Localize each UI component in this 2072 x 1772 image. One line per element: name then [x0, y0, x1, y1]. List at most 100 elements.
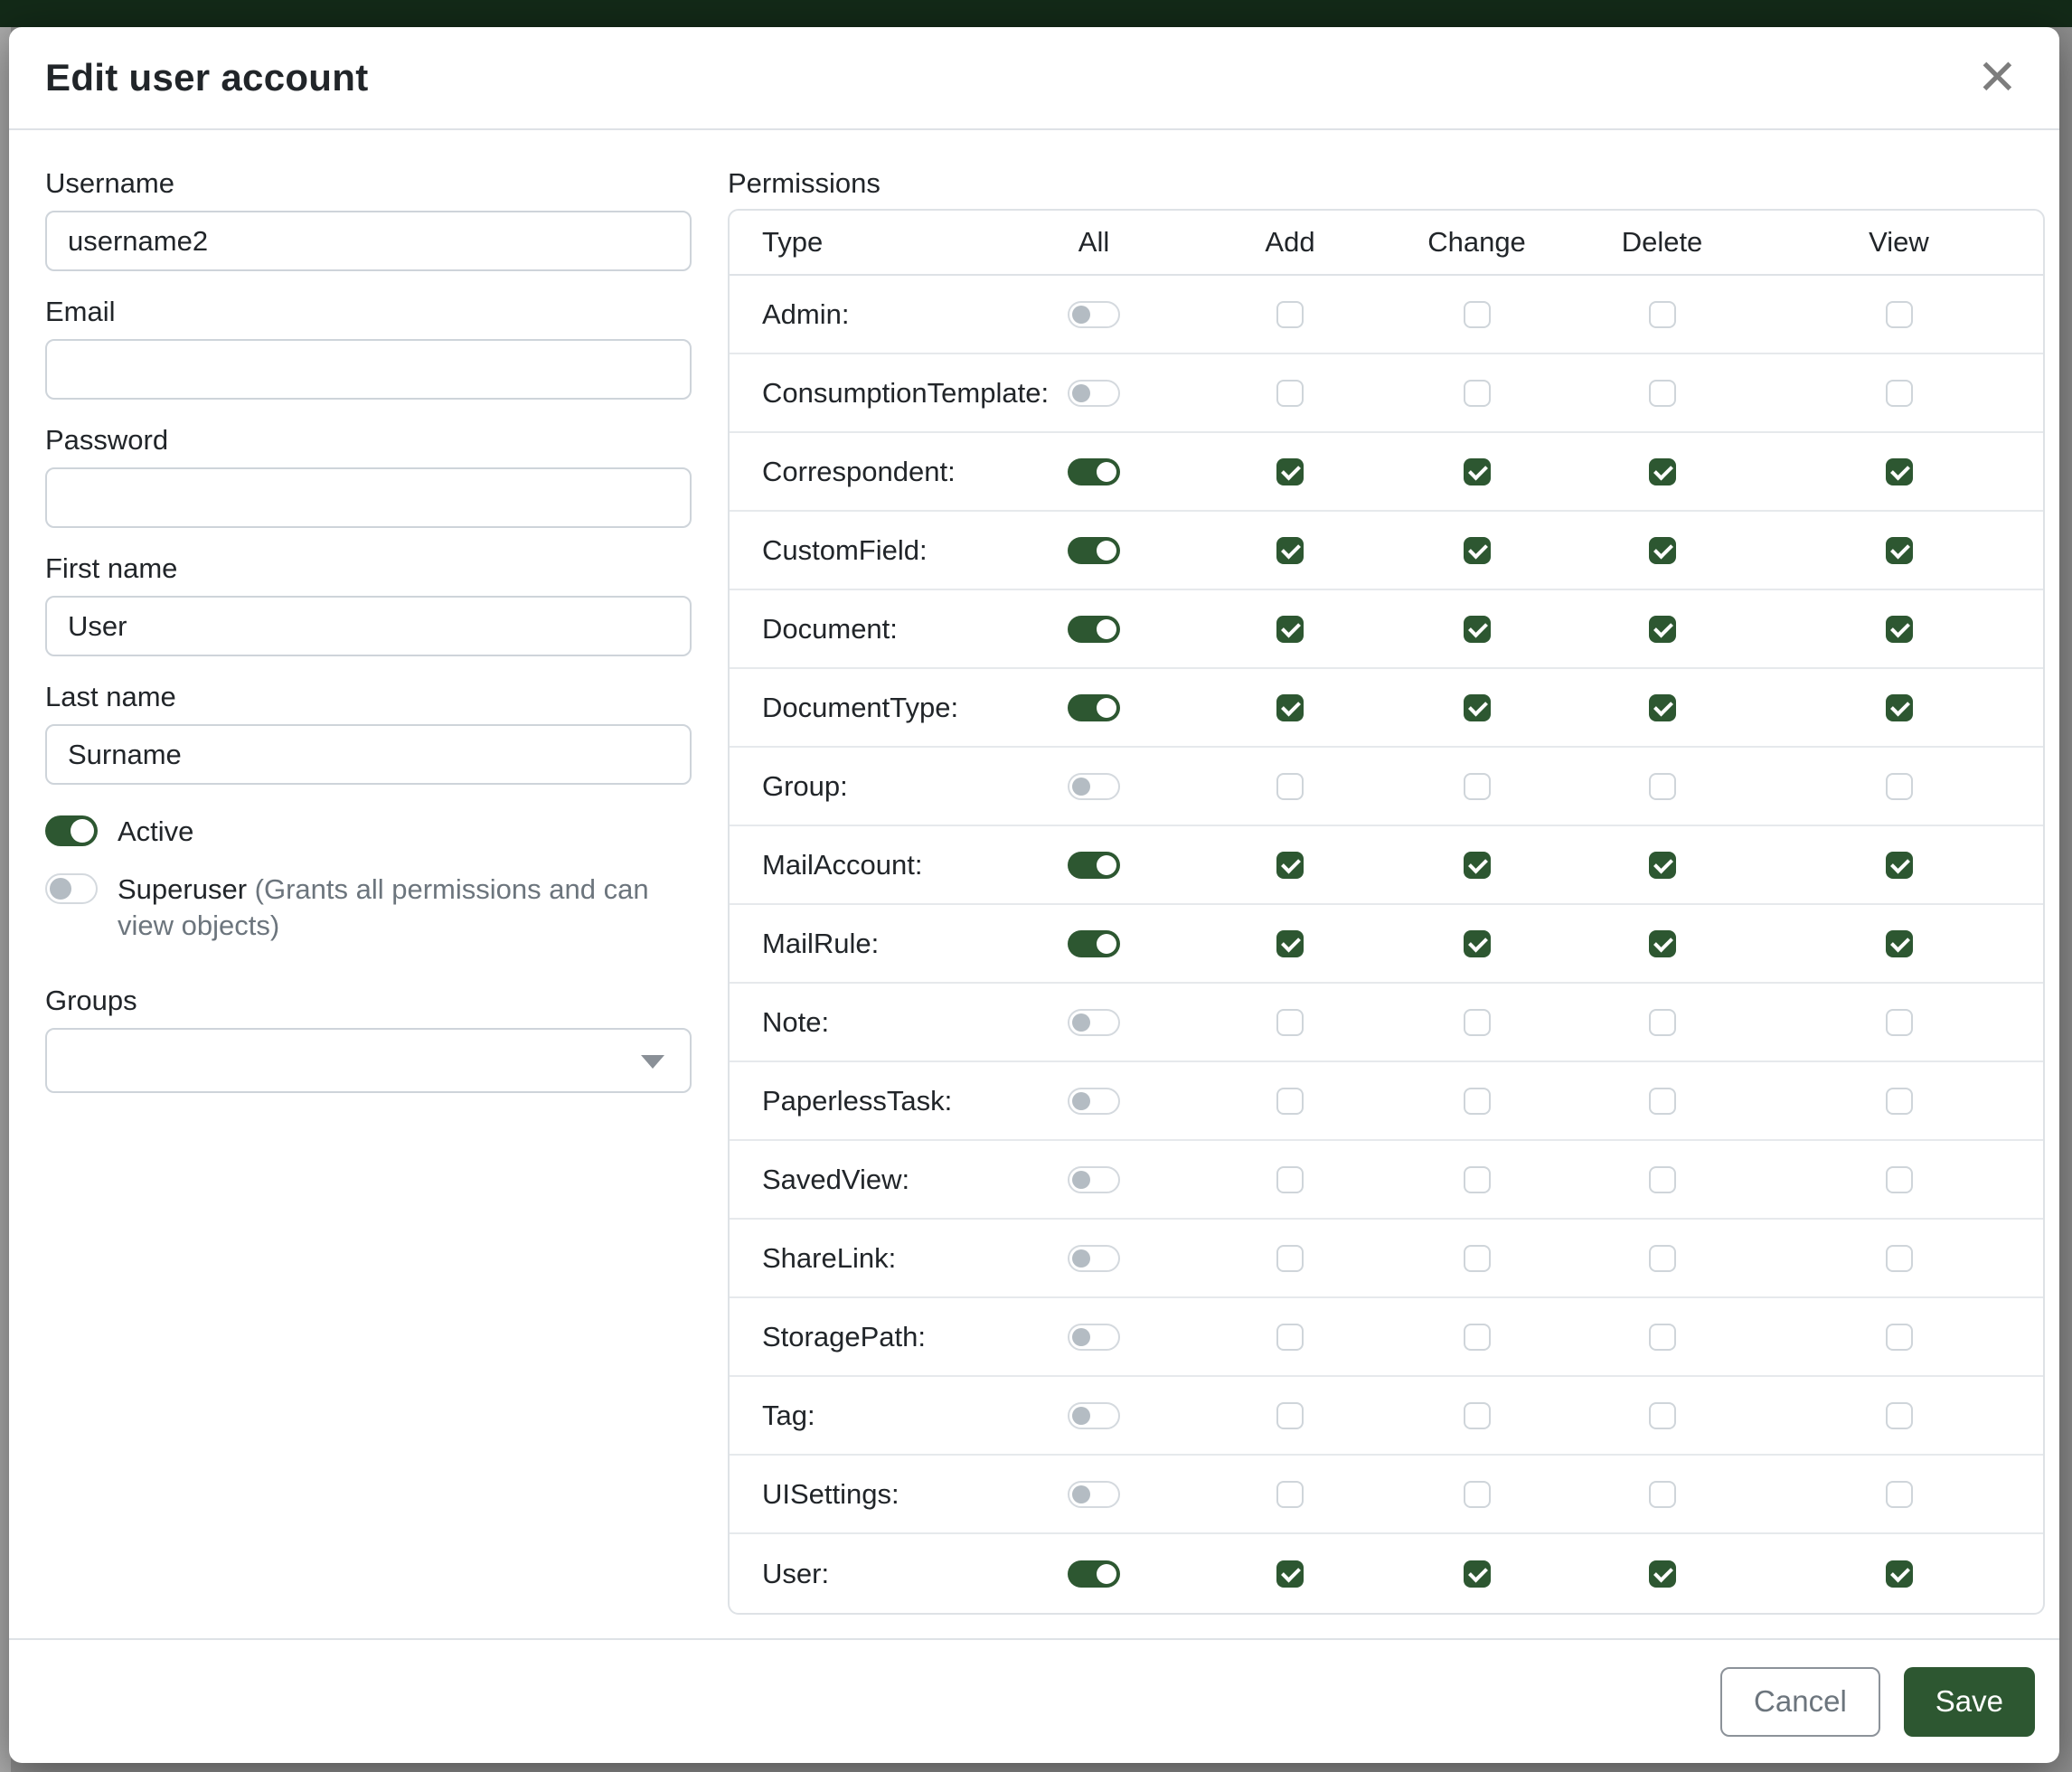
active-toggle[interactable] [45, 815, 98, 846]
permission-add-checkbox[interactable] [1276, 694, 1304, 721]
close-icon[interactable]: ✕ [1977, 53, 2018, 102]
permissions-label: Permissions [728, 166, 2045, 201]
permission-view-checkbox[interactable] [1886, 458, 1913, 485]
permission-delete-checkbox[interactable] [1649, 380, 1676, 407]
last-name-field[interactable] [45, 724, 692, 785]
permission-view-checkbox[interactable] [1886, 1402, 1913, 1429]
permission-delete-checkbox[interactable] [1649, 1481, 1676, 1508]
permission-delete-checkbox[interactable] [1649, 1324, 1676, 1351]
permission-change-checkbox[interactable] [1464, 1324, 1491, 1351]
permission-view-checkbox[interactable] [1886, 930, 1913, 957]
permission-change-checkbox[interactable] [1464, 1481, 1491, 1508]
permission-add-checkbox[interactable] [1276, 930, 1304, 957]
permission-all-toggle[interactable] [1068, 1402, 1120, 1429]
permission-change-checkbox[interactable] [1464, 773, 1491, 800]
permission-delete-checkbox[interactable] [1649, 537, 1676, 564]
permission-delete-checkbox[interactable] [1649, 930, 1676, 957]
permission-change-checkbox[interactable] [1464, 1166, 1491, 1193]
permission-view-checkbox[interactable] [1886, 380, 1913, 407]
email-field[interactable] [45, 339, 692, 400]
permission-view-checkbox[interactable] [1886, 773, 1913, 800]
save-button[interactable]: Save [1904, 1667, 2035, 1737]
permission-add-checkbox[interactable] [1276, 773, 1304, 800]
permission-delete-checkbox[interactable] [1649, 1088, 1676, 1115]
permission-view-checkbox[interactable] [1886, 1481, 1913, 1508]
permission-view-checkbox[interactable] [1886, 1088, 1913, 1115]
permission-change-checkbox[interactable] [1464, 1245, 1491, 1272]
permission-view-checkbox[interactable] [1886, 1166, 1913, 1193]
permission-all-toggle[interactable] [1068, 1481, 1120, 1508]
cancel-button[interactable]: Cancel [1720, 1667, 1880, 1737]
permission-view-checkbox[interactable] [1886, 694, 1913, 721]
permission-view-checkbox[interactable] [1886, 616, 1913, 643]
permission-delete-checkbox[interactable] [1649, 694, 1676, 721]
permission-change-checkbox[interactable] [1464, 694, 1491, 721]
permission-add-checkbox[interactable] [1276, 1245, 1304, 1272]
permission-change-checkbox[interactable] [1464, 1402, 1491, 1429]
permission-all-toggle[interactable] [1068, 1009, 1120, 1036]
permission-add-checkbox[interactable] [1276, 852, 1304, 879]
permission-all-toggle[interactable] [1068, 1088, 1120, 1115]
permission-change-checkbox[interactable] [1464, 1009, 1491, 1036]
permission-all-toggle[interactable] [1068, 1166, 1120, 1193]
permission-all-toggle[interactable] [1068, 380, 1120, 407]
permission-delete-checkbox[interactable] [1649, 1009, 1676, 1036]
permission-delete-checkbox[interactable] [1649, 1560, 1676, 1588]
permission-all-toggle[interactable] [1068, 1245, 1120, 1272]
permission-view-checkbox[interactable] [1886, 301, 1913, 328]
permission-all-toggle[interactable] [1068, 458, 1120, 485]
permission-view-checkbox[interactable] [1886, 1324, 1913, 1351]
permission-add-checkbox[interactable] [1276, 1560, 1304, 1588]
permission-type-label: User: [730, 1558, 992, 1590]
permission-all-toggle[interactable] [1068, 1560, 1120, 1588]
permission-all-toggle[interactable] [1068, 537, 1120, 564]
permission-delete-checkbox[interactable] [1649, 1402, 1676, 1429]
permission-all-toggle[interactable] [1068, 694, 1120, 721]
permission-change-checkbox[interactable] [1464, 852, 1491, 879]
groups-select[interactable] [45, 1028, 692, 1093]
permission-delete-checkbox[interactable] [1649, 1166, 1676, 1193]
permission-add-checkbox[interactable] [1276, 537, 1304, 564]
permission-view-checkbox[interactable] [1886, 1009, 1913, 1036]
permission-add-checkbox[interactable] [1276, 458, 1304, 485]
username-input[interactable] [45, 211, 692, 271]
permission-change-checkbox[interactable] [1464, 301, 1491, 328]
permission-add-checkbox[interactable] [1276, 301, 1304, 328]
permission-add-checkbox[interactable] [1276, 1009, 1304, 1036]
password-field[interactable] [45, 467, 692, 528]
permission-change-checkbox[interactable] [1464, 537, 1491, 564]
permission-delete-checkbox[interactable] [1649, 301, 1676, 328]
permission-change-checkbox[interactable] [1464, 458, 1491, 485]
permission-all-toggle[interactable] [1068, 301, 1120, 328]
permission-view-checkbox[interactable] [1886, 1560, 1913, 1588]
permission-view-checkbox[interactable] [1886, 537, 1913, 564]
permission-delete-checkbox[interactable] [1649, 852, 1676, 879]
permission-all-toggle[interactable] [1068, 773, 1120, 800]
permission-change-checkbox[interactable] [1464, 616, 1491, 643]
first-name-field[interactable] [45, 596, 692, 656]
modal-footer: Cancel Save [9, 1638, 2059, 1763]
permission-view-checkbox[interactable] [1886, 852, 1913, 879]
permission-all-toggle[interactable] [1068, 852, 1120, 879]
permission-all-toggle[interactable] [1068, 1324, 1120, 1351]
permission-delete-checkbox[interactable] [1649, 773, 1676, 800]
groups-field-group: Groups [45, 984, 692, 1093]
permission-add-checkbox[interactable] [1276, 1088, 1304, 1115]
permission-view-checkbox[interactable] [1886, 1245, 1913, 1272]
permission-delete-checkbox[interactable] [1649, 1245, 1676, 1272]
permission-add-checkbox[interactable] [1276, 1481, 1304, 1508]
permission-all-toggle[interactable] [1068, 616, 1120, 643]
superuser-toggle[interactable] [45, 873, 98, 904]
permission-add-checkbox[interactable] [1276, 1324, 1304, 1351]
permission-all-toggle[interactable] [1068, 930, 1120, 957]
permission-add-checkbox[interactable] [1276, 1166, 1304, 1193]
permission-change-checkbox[interactable] [1464, 1088, 1491, 1115]
permission-delete-checkbox[interactable] [1649, 458, 1676, 485]
permission-add-checkbox[interactable] [1276, 1402, 1304, 1429]
permission-change-checkbox[interactable] [1464, 380, 1491, 407]
permission-add-checkbox[interactable] [1276, 380, 1304, 407]
permission-delete-checkbox[interactable] [1649, 616, 1676, 643]
permission-change-checkbox[interactable] [1464, 1560, 1491, 1588]
permission-change-checkbox[interactable] [1464, 930, 1491, 957]
permission-add-checkbox[interactable] [1276, 616, 1304, 643]
